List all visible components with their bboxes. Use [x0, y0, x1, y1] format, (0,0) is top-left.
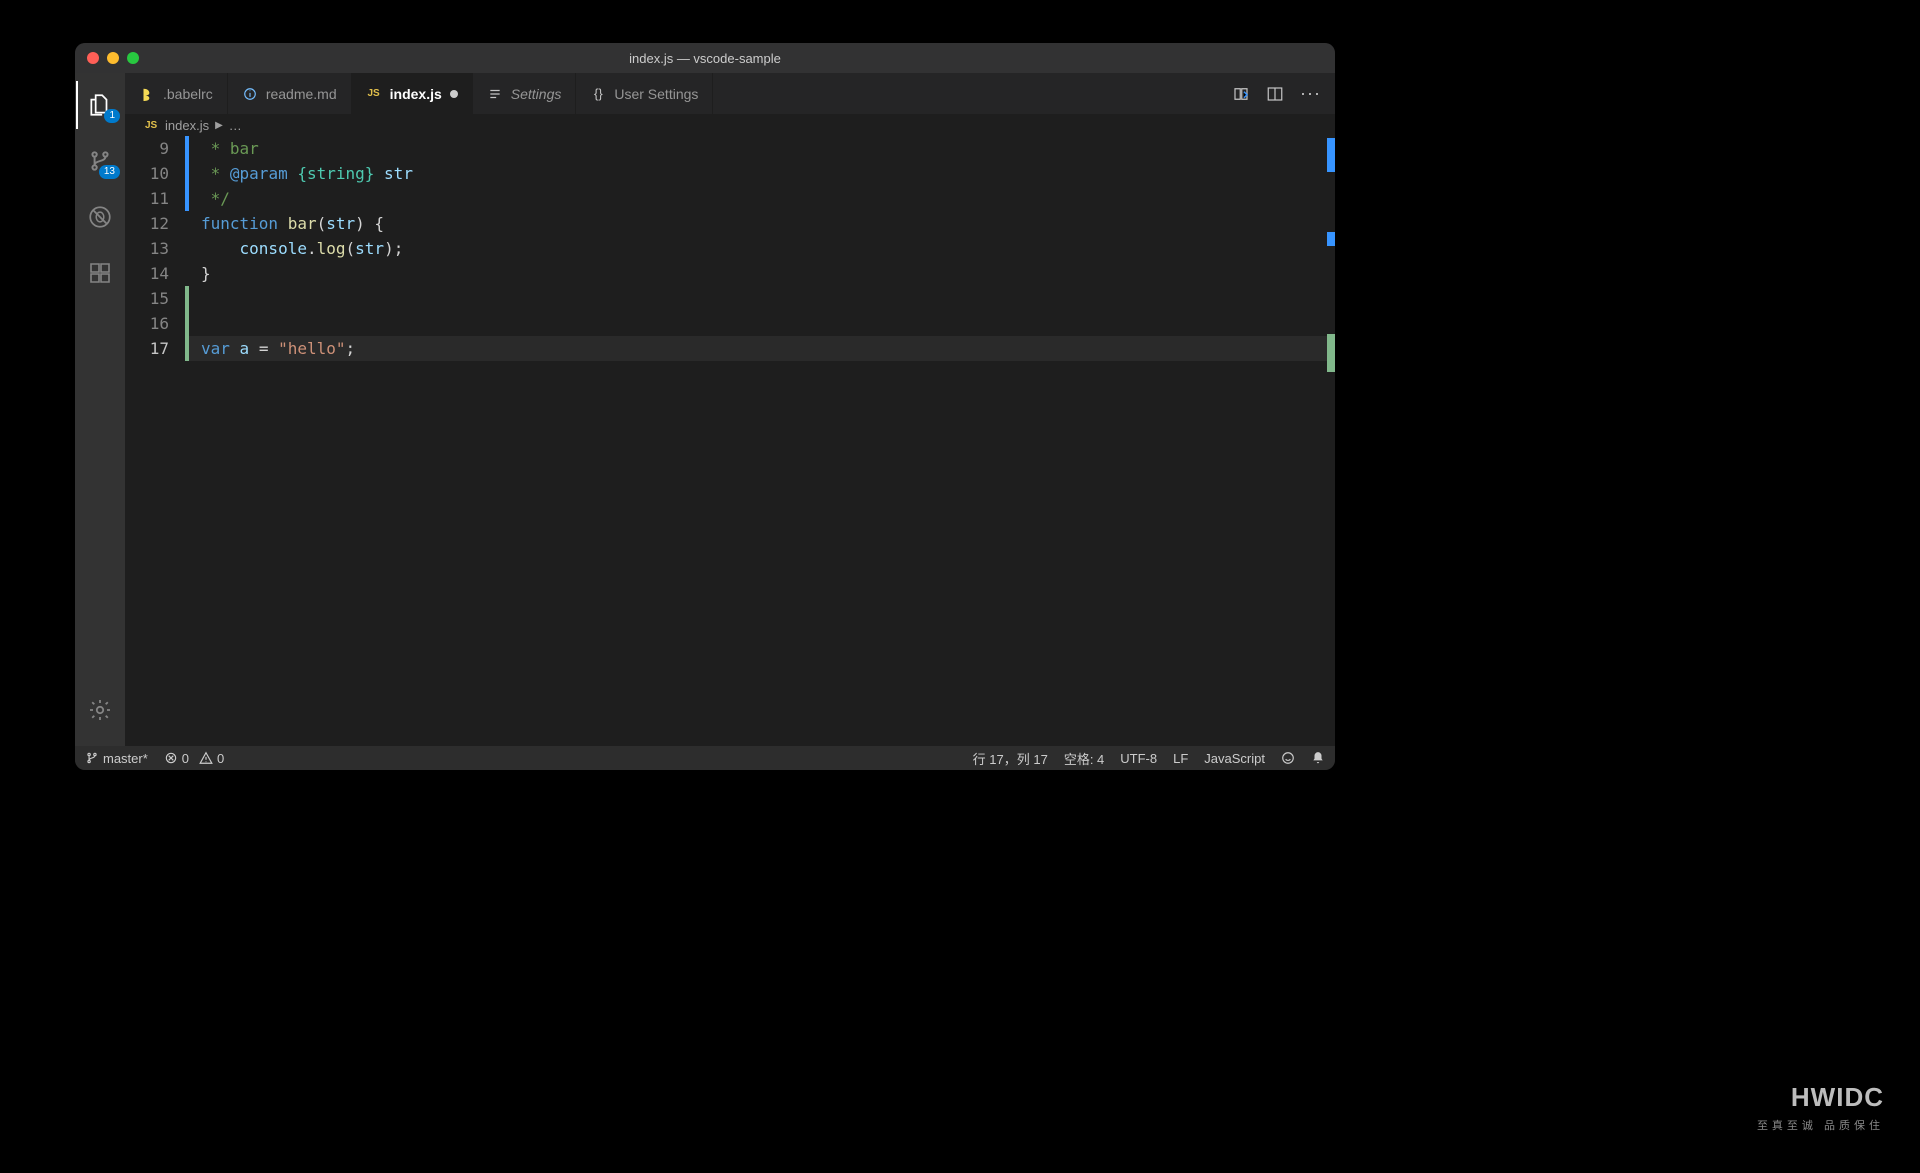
tabs-actions: ··· [1232, 73, 1335, 114]
status-branch[interactable]: master* [85, 751, 148, 766]
bell-icon [1311, 751, 1325, 765]
tab-readme[interactable]: readme.md [228, 73, 352, 114]
breadcrumb-separator: ▶ [215, 120, 223, 131]
code-editor[interactable]: 91011121314151617 * bar * @param {string… [125, 136, 1335, 746]
activity-bar: 1 13 [75, 73, 125, 746]
branch-name: master* [103, 751, 148, 766]
compare-changes-button[interactable] [1232, 85, 1250, 103]
tab-label: Settings [511, 86, 562, 102]
list-icon [487, 86, 503, 102]
breadcrumb-file: index.js [165, 118, 209, 133]
code-lines: * bar * @param {string} str */function b… [189, 136, 1335, 746]
tab-label: readme.md [266, 86, 337, 102]
error-count: 0 [182, 751, 189, 766]
babel-icon [139, 86, 155, 102]
tab-label: User Settings [614, 86, 698, 102]
watermark-logo: HWIDC [1757, 1082, 1884, 1113]
window-close-button[interactable] [87, 52, 99, 64]
activity-extensions[interactable] [76, 249, 124, 297]
tab-settings[interactable]: Settings [473, 73, 577, 114]
watermark: HWIDC 至真至诚 品质保住 [1757, 1082, 1884, 1133]
status-bar: master* 0 0 行 17，列 17 空格: 4 UTF-8 LF Jav… [75, 746, 1335, 770]
breadcrumb-more: … [229, 118, 242, 133]
status-cursor[interactable]: 行 17，列 17 [973, 749, 1048, 768]
overview-ruler[interactable] [1321, 136, 1335, 596]
tab-label: index.js [390, 86, 442, 102]
braces-icon: {} [590, 86, 606, 102]
window-maximize-button[interactable] [127, 52, 139, 64]
status-indent[interactable]: 空格: 4 [1064, 749, 1104, 768]
watermark-tagline: 至真至诚 品质保住 [1757, 1117, 1884, 1133]
no-bug-icon [87, 204, 113, 230]
status-language[interactable]: JavaScript [1204, 751, 1265, 766]
warning-count: 0 [217, 751, 224, 766]
js-icon: JS [366, 86, 382, 102]
titlebar: index.js — vscode-sample [75, 43, 1335, 73]
status-eol[interactable]: LF [1173, 751, 1188, 766]
activity-source-control[interactable]: 13 [76, 137, 124, 185]
branch-icon [85, 751, 99, 765]
activity-settings[interactable] [76, 686, 124, 734]
dirty-indicator [450, 90, 458, 98]
traffic-lights [75, 52, 139, 64]
extensions-icon [88, 261, 112, 285]
status-notifications[interactable] [1311, 751, 1325, 765]
gear-icon [88, 698, 112, 722]
smiley-icon [1281, 751, 1295, 765]
tabs-bar: .babelrc readme.md JS index.js [125, 73, 1335, 114]
breadcrumbs[interactable]: JS index.js ▶ … [125, 114, 1335, 136]
split-editor-button[interactable] [1266, 85, 1284, 103]
scm-badge: 13 [99, 165, 120, 179]
js-icon: JS [145, 118, 159, 132]
window-minimize-button[interactable] [107, 52, 119, 64]
more-actions-button[interactable]: ··· [1300, 83, 1321, 104]
editor-area: .babelrc readme.md JS index.js [125, 73, 1335, 746]
explorer-badge: 1 [104, 109, 120, 123]
warning-icon [199, 751, 213, 765]
status-feedback[interactable] [1281, 751, 1295, 765]
vscode-window: index.js — vscode-sample 1 13 [75, 43, 1335, 770]
line-number-gutter: 91011121314151617 [125, 136, 185, 746]
info-icon [242, 86, 258, 102]
activity-explorer[interactable]: 1 [76, 81, 124, 129]
error-icon [164, 751, 178, 765]
window-title: index.js — vscode-sample [75, 51, 1335, 66]
status-encoding[interactable]: UTF-8 [1120, 751, 1157, 766]
activity-debug[interactable] [76, 193, 124, 241]
tab-user-settings[interactable]: {} User Settings [576, 73, 713, 114]
tab-indexjs[interactable]: JS index.js [352, 73, 473, 114]
status-problems[interactable]: 0 0 [164, 751, 224, 766]
tab-babelrc[interactable]: .babelrc [125, 73, 228, 114]
tab-label: .babelrc [163, 86, 213, 102]
